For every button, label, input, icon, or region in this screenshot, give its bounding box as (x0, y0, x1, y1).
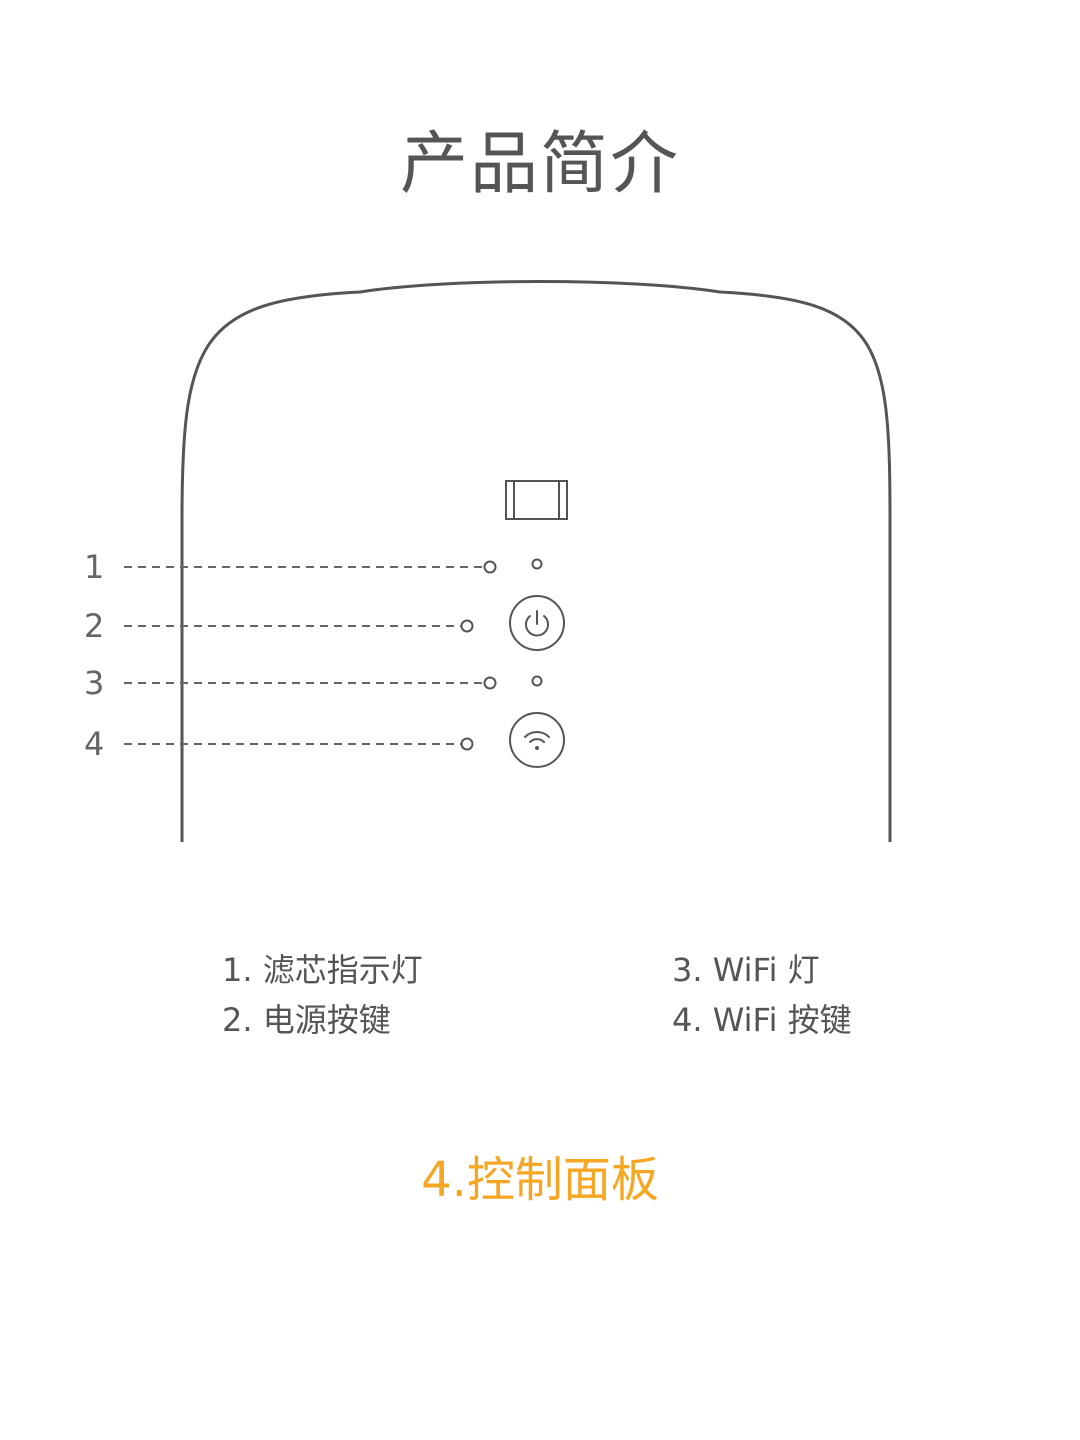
leader-line-3 (124, 676, 497, 690)
filter-indicator-icon (505, 480, 568, 520)
wifi-button-icon (509, 712, 565, 768)
device-outline (180, 280, 892, 842)
legend-item-filter-indicator: 1. 滤芯指示灯 (222, 951, 423, 989)
legend-item-wifi-light: 3. WiFi 灯 (672, 951, 820, 989)
legend-item-power-button: 2. 电源按键 (222, 1001, 391, 1039)
section-caption: 4.控制面板 (421, 1152, 659, 1208)
leader-line-1 (124, 560, 497, 574)
wifi-light (531, 675, 543, 687)
callout-number-3: 3 (84, 664, 105, 702)
leader-line-4 (124, 737, 474, 751)
power-button-icon (509, 595, 565, 651)
filter-indicator-light (531, 558, 543, 570)
callout-number-4: 4 (84, 725, 105, 763)
control-panel-diagram (124, 280, 892, 842)
callout-number-2: 2 (84, 607, 105, 645)
callout-number-1: 1 (84, 548, 105, 586)
legend-item-wifi-button: 4. WiFi 按键 (672, 1001, 852, 1039)
leader-line-2 (124, 619, 474, 633)
